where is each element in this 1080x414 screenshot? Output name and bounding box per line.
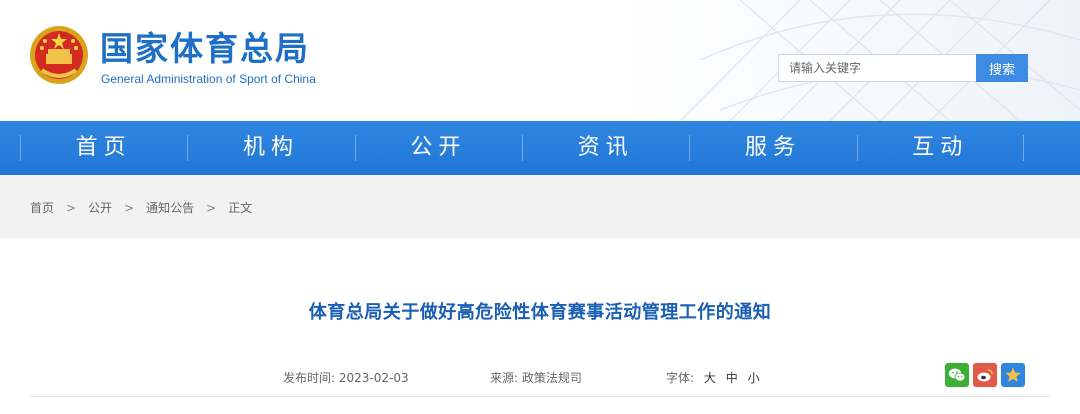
- font-size-small[interactable]: 小: [748, 371, 760, 385]
- share-buttons: [945, 363, 1025, 387]
- weibo-icon[interactable]: [973, 363, 997, 387]
- breadcrumb-separator: >: [66, 200, 77, 215]
- source-value: 政策法规司: [521, 371, 582, 385]
- site-title-en[interactable]: General Administration of Sport of China: [101, 72, 316, 86]
- breadcrumb-separator: >: [124, 200, 135, 215]
- site-header: 国家体育总局 General Administration of Sport o…: [0, 0, 1080, 121]
- font-size-switcher: 字体: 大 中 小: [666, 369, 760, 386]
- breadcrumb-band: 首页 > 公开 > 通知公告 > 正文: [0, 175, 1080, 238]
- wechat-icon[interactable]: [945, 363, 969, 387]
- site-title-cn[interactable]: 国家体育总局: [100, 30, 310, 68]
- font-size-label: 字体:: [666, 371, 695, 385]
- national-emblem-icon[interactable]: [28, 24, 90, 86]
- favorite-icon[interactable]: [1001, 363, 1025, 387]
- font-size-medium[interactable]: 中: [726, 371, 738, 385]
- breadcrumb-separator: >: [206, 200, 217, 215]
- article-source: 来源: 政策法规司: [490, 369, 582, 386]
- source-label: 来源:: [490, 371, 519, 385]
- nav-item-home[interactable]: 首页: [20, 121, 187, 175]
- breadcrumb-home[interactable]: 首页: [30, 199, 54, 216]
- breadcrumb-current: 正文: [228, 201, 253, 215]
- breadcrumb-notices[interactable]: 通知公告: [146, 199, 194, 216]
- article-title: 体育总局关于做好高危险性体育赛事活动管理工作的通知: [308, 302, 772, 323]
- search-button[interactable]: 搜索: [976, 54, 1028, 82]
- nav-item-public[interactable]: 公开: [354, 121, 522, 175]
- publish-date-label: 发布时间:: [283, 371, 336, 385]
- nav-item-news[interactable]: 资讯: [521, 121, 689, 175]
- breadcrumb: 首页 > 公开 > 通知公告 > 正文: [30, 199, 252, 216]
- font-size-large[interactable]: 大: [704, 371, 716, 385]
- nav-item-organization[interactable]: 机构: [187, 121, 354, 175]
- nav-item-interaction[interactable]: 互动: [856, 121, 1025, 175]
- breadcrumb-public[interactable]: 公开: [88, 199, 112, 216]
- publish-date-value: 2023-02-03: [338, 371, 409, 385]
- search-input[interactable]: [778, 54, 976, 82]
- main-nav: 首页 机构 公开 资讯 服务 互动: [0, 121, 1080, 175]
- publish-date: 发布时间: 2023-02-03: [283, 369, 409, 386]
- search-bar: 搜索: [778, 54, 1028, 82]
- meta-divider: [30, 396, 1050, 397]
- nav-item-services[interactable]: 服务: [689, 121, 856, 175]
